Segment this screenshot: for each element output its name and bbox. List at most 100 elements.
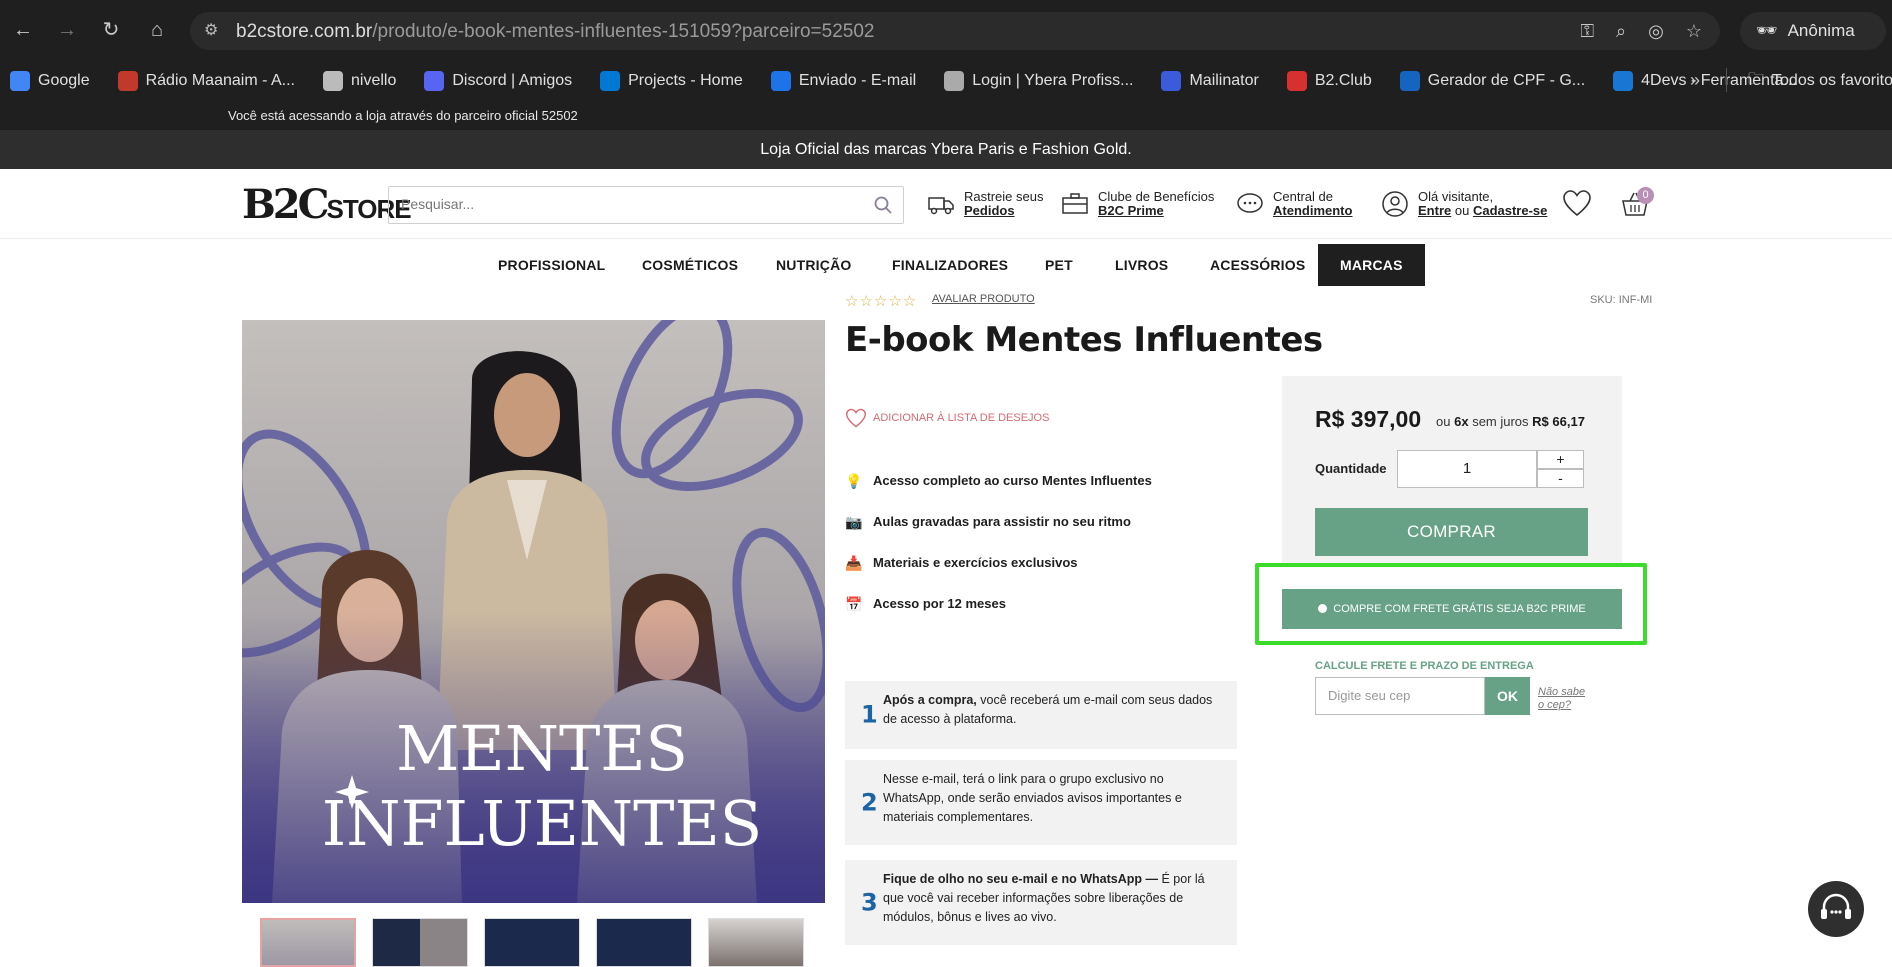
search-icon[interactable] [873,195,893,215]
installments: ou 6x sem juros R$ 66,17 [1436,414,1585,429]
site-logo[interactable]: B2C STORE [242,183,412,227]
bookmark-item[interactable]: Projects - Home [600,71,743,91]
headset-icon [1821,893,1851,919]
add-to-wishlist-link[interactable]: ADICIONAR À LISTA DE DESEJOS [845,408,1049,428]
inst-value: R$ 66,17 [1532,414,1585,429]
wishlist-heart-icon[interactable] [1562,189,1592,217]
thumbnail-5[interactable] [708,918,804,967]
signup-link[interactable]: Cadastre-se [1473,203,1547,218]
search-input[interactable] [401,196,851,212]
cep-help-line1: Não sabe [1538,686,1586,698]
incognito-icon: 🕶 [1756,21,1778,40]
star-bookmark-icon[interactable]: ☆ [1686,21,1702,42]
support-line2: Atendimento [1273,203,1353,218]
bookmark-item[interactable]: Mailinator [1161,71,1259,91]
quantity-decrease-button[interactable]: - [1537,469,1584,488]
club-line2: B2C Prime [1098,203,1164,218]
product-title: E-book Mentes Influentes [845,320,1323,360]
site-info-icon[interactable]: ⚙ [204,21,224,41]
chat-support-button[interactable] [1808,881,1864,937]
inst-count: 6x [1454,414,1469,429]
address-bar[interactable]: ⚙ b2cstore.com.br/produto/e-book-mentes-… [190,12,1720,50]
menu-livros[interactable]: LIVROS [1115,244,1168,286]
main-menu: PROFISSIONAL COSMÉTICOS NUTRIÇÃO FINALIZ… [0,244,1892,286]
bookmark-label: Discord | Amigos [452,72,573,89]
reload-icon[interactable]: ↻ [98,17,124,43]
buy-button[interactable]: COMPRAR [1315,508,1588,556]
cep-input[interactable]: Digite seu cep [1315,677,1485,715]
nv-icon [1399,71,1420,91]
bookmark-item[interactable]: Discord | Amigos [424,71,572,91]
cart-count-badge: 0 [1637,187,1654,204]
step-1-bold: Após a compra, [883,693,977,707]
bookmark-item[interactable]: Google [10,71,90,91]
step-1-number: 1 [861,700,878,729]
menu-finalizadores[interactable]: FINALIZADORES [892,244,1008,286]
inst-prefix: ou [1436,414,1451,429]
support-link[interactable]: Central de Atendimento [1235,189,1352,219]
image-title-line1: MENTES [396,712,688,785]
benefits-club-link[interactable]: Clube de Benefícios B2C Prime [1060,189,1214,219]
menu-profissional[interactable]: PROFISSIONAL [498,244,605,286]
menu-marcas[interactable]: MARCAS [1318,244,1425,286]
account-or: ou [1454,203,1470,218]
menu-nutricao[interactable]: NUTRIÇÃO [776,244,851,286]
image-title-line2: INFLUENTES [322,787,762,860]
bookmark-label: Projects - Home [628,72,743,89]
account-line1: Olá visitante, [1418,189,1494,204]
url-text[interactable]: b2cstore.com.br/produto/e-book-mentes-in… [236,21,875,43]
home-icon[interactable]: ⌂ [144,17,170,43]
bookmark-item[interactable]: Enviado - E-mail [770,71,916,91]
orders-line2: Pedidos [964,203,1015,218]
track-orders-link[interactable]: Rastreie seus Pedidos [926,189,1043,219]
menu-pet[interactable]: PET [1045,244,1073,286]
rate-product-link[interactable]: AVALIAR PRODUTO [932,293,1035,305]
product-main-image[interactable]: MENTES INFLUENTES [242,320,825,903]
quantity-label: Quantidade [1315,461,1387,476]
zoom-icon[interactable]: ⌕ [1616,21,1626,42]
all-bookmarks-button[interactable]: 🗀 Todos os favoritos [1748,66,1892,96]
step-2-text: Nesse e-mail, terá o link para o grupo e… [883,772,1182,824]
feature-item: 📅 Acesso por 12 meses [845,583,1152,624]
thumbnail-4[interactable] [596,918,692,967]
key-icon[interactable]: ⚿ [1580,21,1594,42]
bookmark-label: Login | Ybera Profiss... [972,72,1134,89]
back-icon[interactable]: ← [10,17,36,43]
profile-label: Anônima [1787,21,1855,40]
thumbnail-3[interactable] [484,918,580,967]
step-3-bold: Fique de olho no seu e-mail e no WhatsAp… [883,872,1159,886]
account-link[interactable]: Olá visitante, Entre ou Cadastre-se [1380,189,1547,219]
forward-icon[interactable]: → [54,17,80,43]
bookmark-label: Google [38,72,90,89]
quantity-input[interactable]: 1 [1397,450,1537,488]
thumbnail-1[interactable] [260,918,356,967]
azure-devops-icon [600,71,621,91]
lightbulb-icon: 💡 [845,472,863,489]
incognito-profile-button[interactable]: 🕶 Anônima [1740,12,1886,50]
mailinator-icon [1161,71,1182,91]
feature-item: 📷 Aulas gravadas para assistir no seu rit… [845,501,1152,542]
product-price: R$ 397,00 [1315,406,1422,432]
bookmark-item[interactable]: Login | Ybera Profiss... [944,71,1133,91]
bookmark-item[interactable]: nivello [323,71,396,91]
prime-label: COMPRE COM FRETE GRÁTIS SEJA B2C PRIME [1333,603,1586,615]
search-box [388,186,904,224]
menu-cosmeticos[interactable]: COSMÉTICOS [642,244,738,286]
thumbnail-2[interactable] [372,918,468,967]
bookmark-label: B2.Club [1314,72,1372,89]
bookmark-item[interactable]: B2.Club [1286,71,1372,91]
prime-free-shipping-button[interactable]: COMPRE COM FRETE GRÁTIS SEJA B2C PRIME [1282,589,1622,629]
camera-icon: 📷 [845,513,863,530]
cep-help-link[interactable]: Não sabe o cep? [1538,686,1585,712]
cep-ok-button[interactable]: OK [1485,677,1530,715]
google-icon [10,71,30,91]
menu-acessorios[interactable]: ACESSÓRIOS [1210,244,1305,286]
feature-item: 💡 Acesso completo ao curso Mentes Influen… [845,460,1152,501]
quantity-increase-button[interactable]: + [1537,450,1584,469]
folder-icon: 🗀 [1748,70,1765,88]
bookmark-item[interactable]: Rádio Maanaim - A... [117,71,295,91]
login-link[interactable]: Entre [1418,203,1451,218]
bookmark-item[interactable]: Gerador de CPF - G... [1399,71,1585,91]
bookmarks-overflow-button[interactable]: » [1690,70,1700,91]
eye-off-icon[interactable]: ◎ [1648,21,1664,42]
